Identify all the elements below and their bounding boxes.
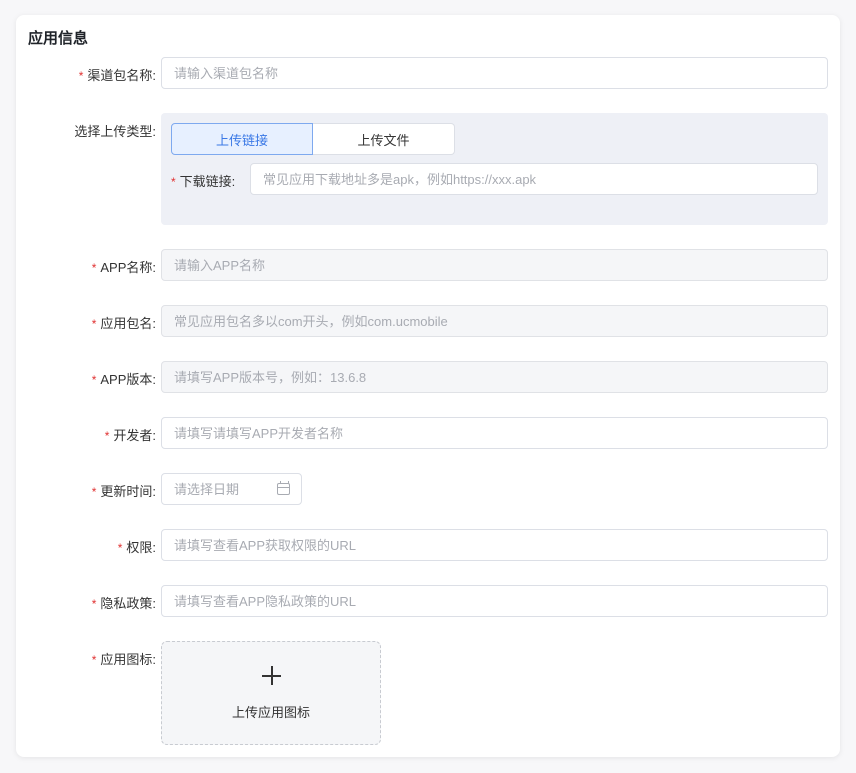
developer-label: * 开发者: xyxy=(104,428,156,443)
calendar-icon[interactable] xyxy=(277,481,290,495)
channel-pkg-input[interactable] xyxy=(161,57,828,89)
section-title: 应用信息 xyxy=(28,30,89,47)
app-name-label: * APP名称: xyxy=(91,260,156,275)
upload-icon-text: 上传应用图标 xyxy=(231,705,310,720)
tab-upload-file[interactable]: 上传文件 xyxy=(313,123,455,155)
app-name-input[interactable] xyxy=(161,249,828,281)
upload-type-panel: 上传链接 上传文件 * 下载链接: xyxy=(161,113,828,225)
tab-upload-link[interactable]: 上传链接 xyxy=(171,123,313,155)
app-pkg-label: * 应用包名: xyxy=(91,316,156,331)
permissions-label: * 权限: xyxy=(117,540,156,555)
download-link-input[interactable] xyxy=(250,163,818,195)
update-time-label: * 更新时间: xyxy=(91,484,156,499)
app-pkg-input[interactable] xyxy=(161,305,828,337)
update-time-input[interactable] xyxy=(162,474,272,504)
developer-input[interactable] xyxy=(161,417,828,449)
update-time-picker[interactable] xyxy=(161,473,302,505)
channel-pkg-label: * 渠道包名称: xyxy=(78,68,156,83)
app-version-label: * APP版本: xyxy=(91,372,156,387)
upload-type-label: 选择上传类型: xyxy=(74,124,156,139)
upload-type-segmented: 上传链接 上传文件 xyxy=(171,123,455,155)
privacy-input[interactable] xyxy=(161,585,828,617)
app-info-card: 应用信息 *渠道包名称: 选择上传类型: 上传链接 上传文件 *下载链接: *A… xyxy=(16,15,840,757)
permissions-input[interactable] xyxy=(161,529,828,561)
download-link-label: * 下载链接: xyxy=(171,174,236,189)
app-icon-uploader[interactable]: 上传应用图标 xyxy=(161,641,381,745)
required-mark: * xyxy=(78,69,84,83)
plus-icon xyxy=(262,666,281,685)
app-icon-label: * 应用图标: xyxy=(91,652,156,667)
privacy-label: * 隐私政策: xyxy=(91,596,156,611)
app-version-input[interactable] xyxy=(161,361,828,393)
